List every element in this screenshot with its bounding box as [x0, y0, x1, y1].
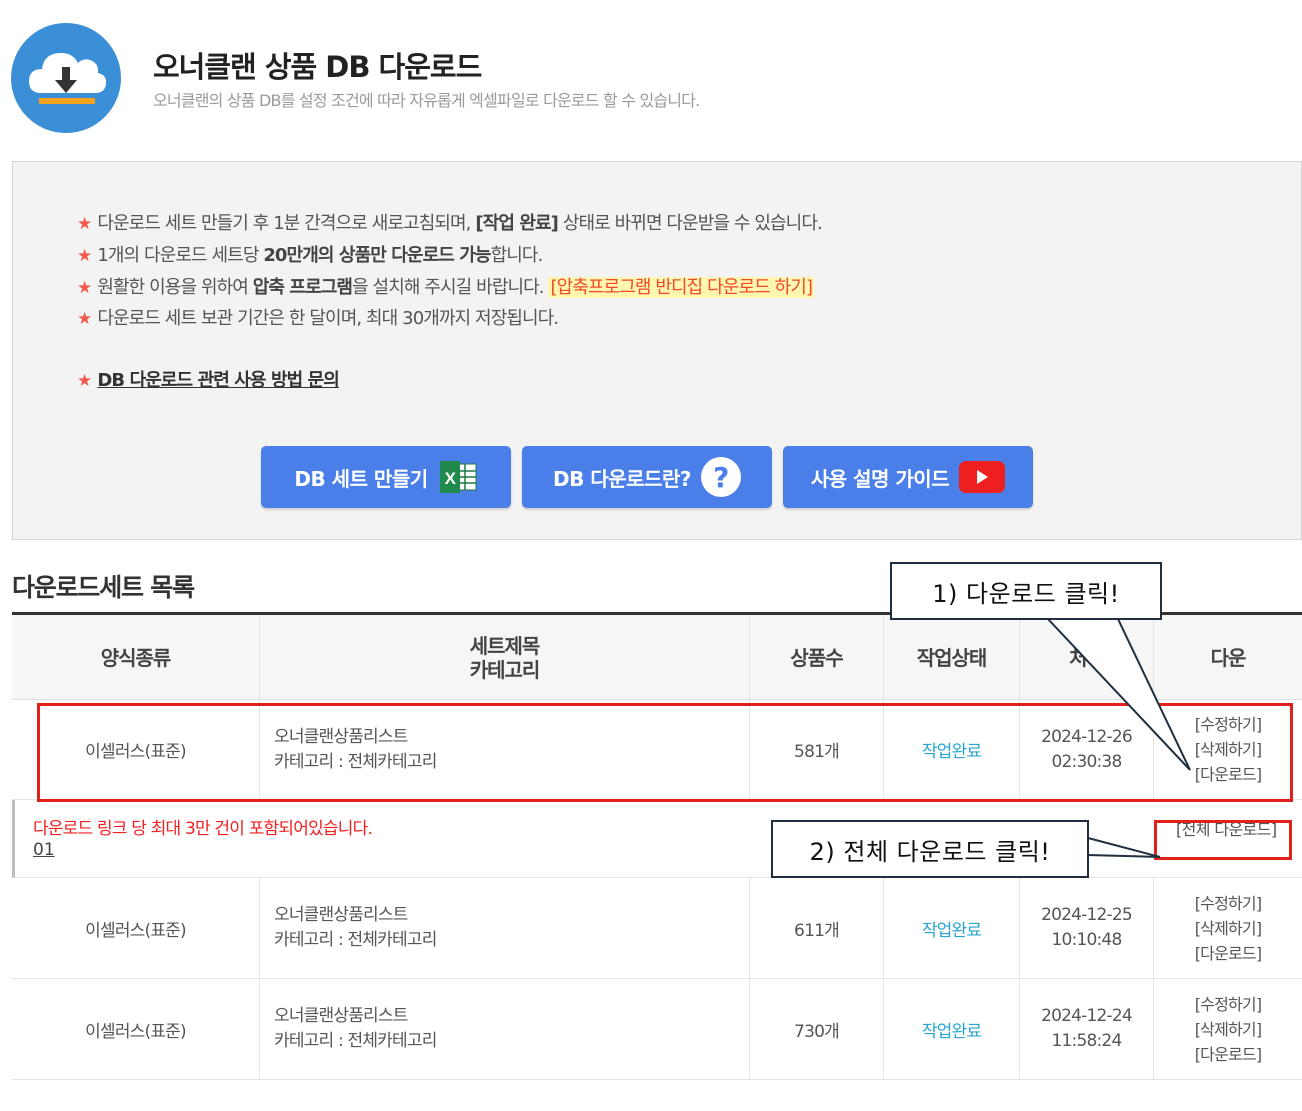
callout-pointers: [1045, 618, 1191, 858]
step1-callout: 1) 다운로드 클릭!: [890, 562, 1162, 620]
step2-callout: 2) 전체 다운로드 클릭!: [771, 820, 1089, 878]
